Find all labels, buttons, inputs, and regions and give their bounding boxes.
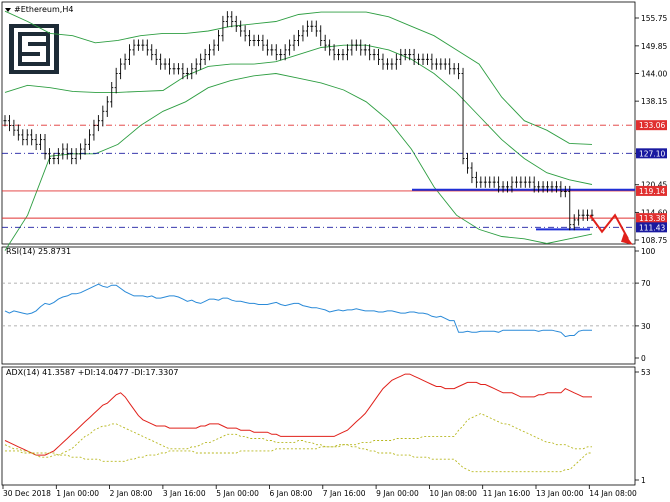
chart-canvas: #Ethereum,H4 RSI(14) 25.8731 ADX(14) 41.…: [1, 1, 667, 498]
price-level-label: 138.15: [641, 97, 667, 106]
level-badge-label: 111.43: [639, 223, 665, 232]
adx-level-label: 1: [641, 476, 646, 485]
rsi-panel-frame: [1, 246, 636, 365]
time-label: 3 Jan 16:00: [163, 489, 206, 498]
price-level-label: 108.75: [641, 236, 667, 245]
time-label: 5 Jan 00:00: [216, 489, 259, 498]
time-label: 6 Jan 08:00: [270, 489, 313, 498]
adx-label: ADX(14) 41.3587 +DI:14.0477 -DI:17.3307: [6, 368, 178, 377]
time-label: 10 Jan 08:00: [429, 489, 477, 498]
level-badge-label: 113.38: [639, 214, 665, 223]
title-group: #Ethereum,H4: [5, 5, 73, 14]
main-panel-frame: [1, 1, 636, 245]
time-label: 11 Jan 16:00: [483, 489, 531, 498]
level-badge-label: 119.14: [639, 187, 665, 196]
level-badge-label: 133.06: [639, 121, 665, 130]
adx-panel-frame: [1, 366, 636, 486]
price-level-label: 155.75: [641, 14, 667, 23]
time-label: 9 Jan 00:00: [376, 489, 419, 498]
level-badge-label: 127.10: [639, 149, 665, 158]
brand-logo-icon: [9, 24, 59, 74]
time-label: 2 Jan 08:00: [110, 489, 153, 498]
rsi-level-label: 30: [641, 322, 651, 331]
time-label: 14 Jan 08:00: [589, 489, 637, 498]
time-label: 7 Jan 16:00: [323, 489, 366, 498]
rsi-level-label: 0: [641, 354, 646, 363]
time-label: 13 Jan 00:00: [536, 489, 584, 498]
price-level-label: 144.00: [641, 70, 667, 79]
rsi-label: RSI(14) 25.8731: [6, 247, 71, 256]
price-level-label: 149.85: [641, 42, 667, 51]
rsi-level-label: 100: [641, 247, 656, 256]
window-title: #Ethereum,H4: [14, 5, 73, 14]
adx-level-label: 53: [641, 368, 651, 377]
time-label: 30 Dec 2018: [3, 489, 51, 498]
rsi-level-label: 70: [641, 279, 651, 288]
time-label: 1 Jan 00:00: [56, 489, 99, 498]
